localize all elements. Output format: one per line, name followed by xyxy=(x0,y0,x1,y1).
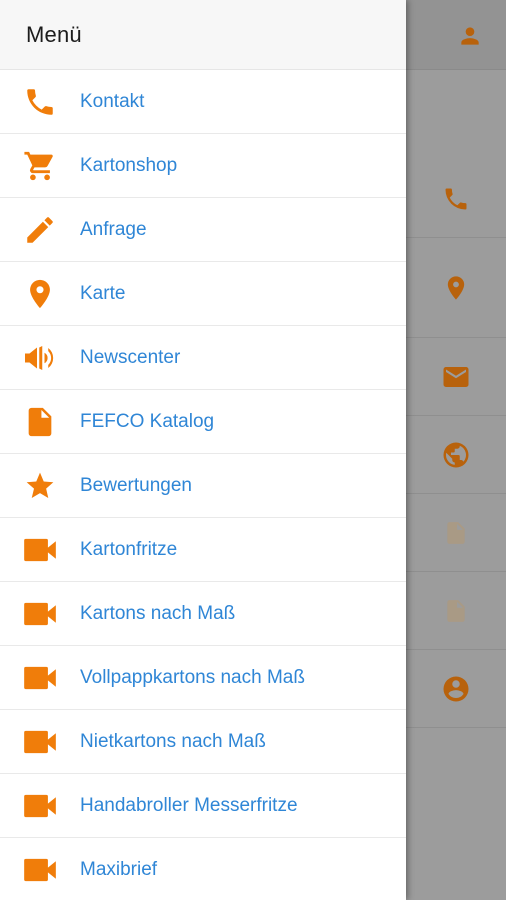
menu-item-maxibrief[interactable]: Maxibrief xyxy=(0,838,406,900)
background-phone-row[interactable] xyxy=(406,160,506,238)
menu-item-kartons-nach-mass[interactable]: Kartons nach Maß xyxy=(0,582,406,646)
megaphone-icon xyxy=(0,326,80,390)
cart-icon xyxy=(0,134,80,198)
menu-item-karte[interactable]: Karte xyxy=(0,262,406,326)
star-icon xyxy=(0,454,80,518)
background-action-list xyxy=(406,160,506,728)
menu-item-kartonshop[interactable]: Kartonshop xyxy=(0,134,406,198)
background-document-row-2[interactable] xyxy=(406,572,506,650)
background-document-row-1[interactable] xyxy=(406,494,506,572)
document-icon xyxy=(447,521,465,544)
document-icon xyxy=(0,390,80,454)
video-icon xyxy=(0,710,80,774)
video-icon xyxy=(0,838,80,900)
menu-item-label: Nietkartons nach Maß xyxy=(80,730,266,752)
menu-item-label: Kontakt xyxy=(80,90,145,112)
menu-item-label: Kartonfritze xyxy=(80,538,178,560)
document-icon xyxy=(447,599,465,622)
menu-item-label: FEFCO Katalog xyxy=(80,410,215,432)
navigation-drawer: Menü Kontakt Kartonshop Anfrage Karte Ne… xyxy=(0,0,406,900)
phone-icon xyxy=(445,188,467,209)
menu-item-kartonfritze[interactable]: Kartonfritze xyxy=(0,518,406,582)
menu-item-label: Kartons nach Maß xyxy=(80,602,236,624)
menu-item-newscenter[interactable]: Newscenter xyxy=(0,326,406,390)
background-map-row[interactable] xyxy=(406,238,506,338)
pencil-icon xyxy=(0,198,80,262)
menu-item-vollpappkartons-nach-mass[interactable]: Vollpappkartons nach Maß xyxy=(0,646,406,710)
drawer-title: Menü xyxy=(26,21,82,47)
mail-icon xyxy=(443,366,469,387)
drawer-header: Menü xyxy=(0,0,406,70)
menu-item-label: Handabroller Messerfritze xyxy=(80,794,298,816)
background-account-row[interactable] xyxy=(406,650,506,728)
video-icon xyxy=(0,774,80,838)
menu-item-kontakt[interactable]: Kontakt xyxy=(0,70,406,134)
menu-item-label: Newscenter xyxy=(80,346,181,368)
video-icon xyxy=(0,582,80,646)
account-circle-icon xyxy=(443,676,469,701)
background-globe-row[interactable] xyxy=(406,416,506,494)
menu-item-bewertungen[interactable]: Bewertungen xyxy=(0,454,406,518)
menu-list: Kontakt Kartonshop Anfrage Karte Newscen xyxy=(0,70,406,900)
menu-item-label: Karte xyxy=(80,282,126,304)
globe-icon xyxy=(443,442,469,467)
video-icon xyxy=(0,518,80,582)
map-pin-icon xyxy=(0,262,80,326)
menu-item-label: Maxibrief xyxy=(80,858,158,880)
user-icon[interactable] xyxy=(452,18,488,54)
menu-item-label: Vollpappkartons nach Maß xyxy=(80,666,305,688)
menu-item-handabroller-messerfritze[interactable]: Handabroller Messerfritze xyxy=(0,774,406,838)
menu-item-fefco-katalog[interactable]: FEFCO Katalog xyxy=(0,390,406,454)
menu-item-label: Anfrage xyxy=(80,218,147,240)
phone-icon xyxy=(0,70,80,134)
map-pin-icon xyxy=(447,275,465,300)
video-icon xyxy=(0,646,80,710)
menu-item-nietkartons-nach-mass[interactable]: Nietkartons nach Maß xyxy=(0,710,406,774)
menu-item-anfrage[interactable]: Anfrage xyxy=(0,198,406,262)
menu-item-label: Bewertungen xyxy=(80,474,192,496)
menu-item-label: Kartonshop xyxy=(80,154,178,176)
background-mail-row[interactable] xyxy=(406,338,506,416)
